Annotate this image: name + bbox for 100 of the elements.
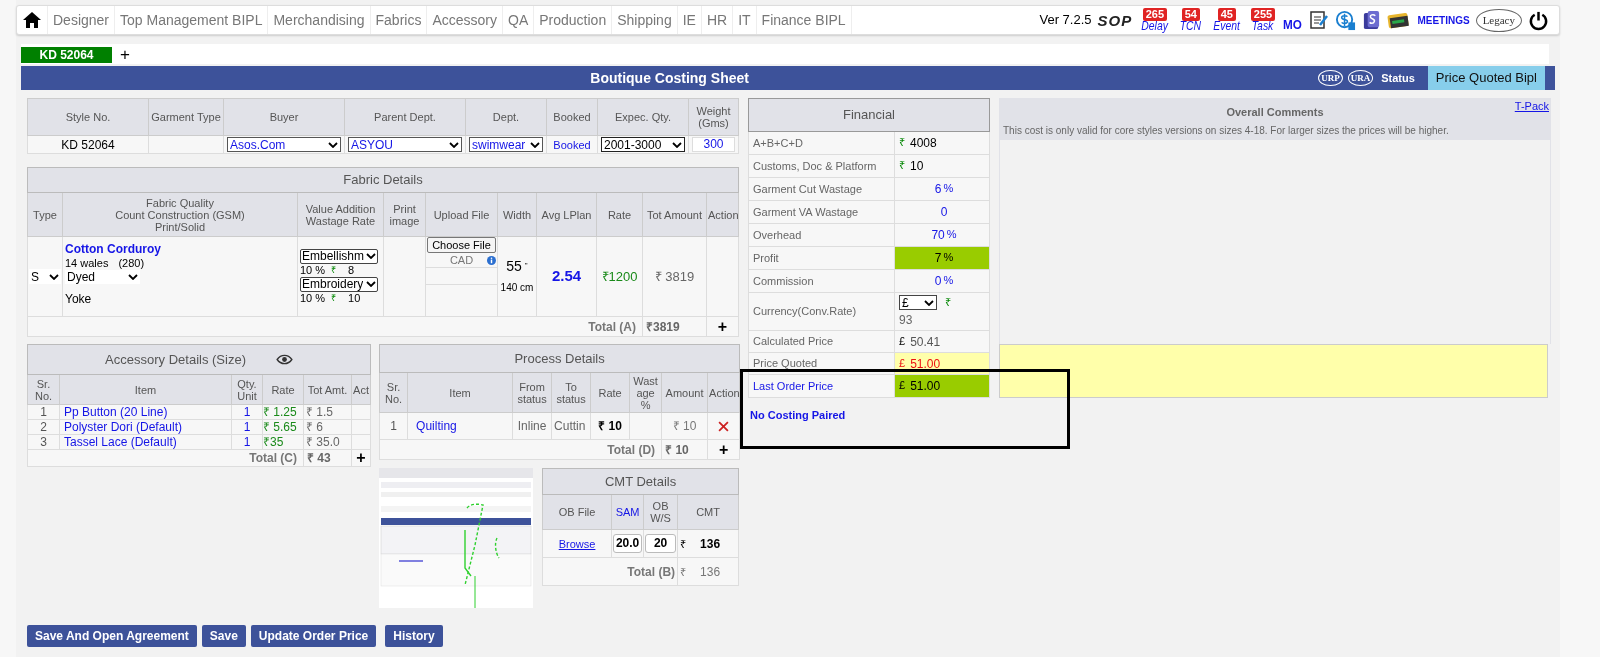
sop-logo[interactable]: SOP bbox=[1097, 12, 1133, 28]
width-text: 55 bbox=[506, 258, 522, 273]
rupee-symbol: ₹ bbox=[945, 295, 951, 311]
count-text: 14 wales bbox=[65, 257, 109, 270]
counter-link[interactable]: Task bbox=[1252, 18, 1274, 33]
sam-field[interactable]: 20.0 bbox=[613, 534, 643, 553]
t-pack-link[interactable]: T-Pack bbox=[1514, 98, 1549, 115]
item-link[interactable]: Quilting bbox=[416, 419, 457, 433]
cmt-value: 136 bbox=[700, 536, 721, 551]
dropdown[interactable]: £ bbox=[899, 295, 937, 310]
column-header: Fabric Quality Count Construction (GSM) Print/Solid bbox=[62, 192, 298, 237]
dropdown[interactable]: swimwear bbox=[469, 137, 543, 152]
file-kind-text: CAD bbox=[449, 253, 474, 267]
caret-icon bbox=[49, 273, 59, 280]
value-text: 93 bbox=[899, 311, 914, 329]
column-header: Rate bbox=[590, 372, 630, 413]
comment-input-field[interactable] bbox=[999, 344, 1548, 398]
dropdown[interactable]: ASYOU bbox=[348, 137, 462, 152]
percent-sign: % bbox=[943, 181, 954, 196]
add-tab-button[interactable]: + bbox=[120, 45, 130, 63]
nav-menu-item[interactable]: Top Management BIPL bbox=[115, 6, 269, 34]
nav-menu-item[interactable]: Accessory bbox=[427, 6, 503, 34]
percent-sign: % bbox=[946, 227, 957, 242]
rupee-symbol: ₹ bbox=[899, 158, 905, 173]
value-text: 10 bbox=[910, 158, 924, 175]
choose-file-button[interactable]: Choose File bbox=[427, 237, 496, 253]
dropdown[interactable]: Embroidery bbox=[300, 276, 378, 292]
weight-field[interactable]: 300 bbox=[692, 137, 735, 152]
card-icon bbox=[1387, 11, 1412, 29]
column-header: Width bbox=[497, 192, 537, 237]
column-header: Value Addition Wastage Rate bbox=[297, 192, 384, 237]
inch-mark: " bbox=[524, 259, 528, 272]
action-button[interactable]: Save bbox=[201, 625, 246, 647]
table-cell: Commission bbox=[748, 269, 895, 293]
dropdown[interactable]: 2001-3000 bbox=[601, 137, 685, 152]
rupee-symbol: ₹ bbox=[331, 291, 337, 305]
value-text: 51.00 bbox=[910, 378, 941, 395]
part-text: Yoke bbox=[65, 292, 93, 306]
dropdown[interactable]: Embellishm bbox=[300, 248, 378, 264]
table-cell: A+B+C+D bbox=[748, 131, 895, 155]
caret-icon bbox=[449, 141, 459, 148]
action-button[interactable]: Save And Open Agreement bbox=[27, 625, 197, 647]
nav-menu-item[interactable]: IE bbox=[677, 6, 702, 34]
stamp-badge[interactable]: URP bbox=[1318, 70, 1343, 86]
nav-menu-item[interactable]: HR bbox=[701, 6, 734, 34]
ob-ws-field[interactable]: 20 bbox=[645, 534, 677, 553]
nav-menu-item[interactable]: Designer bbox=[48, 6, 116, 34]
rupee-symbol: ₹ bbox=[680, 536, 687, 551]
action-button[interactable]: Update Order Price bbox=[250, 625, 377, 647]
total-value: 136 bbox=[700, 564, 721, 579]
table-cell: 1 bbox=[27, 404, 60, 420]
nav-menu-item[interactable]: IT bbox=[733, 6, 757, 34]
table-cell: ₹ 6 bbox=[303, 419, 352, 435]
dropdown[interactable]: S bbox=[29, 269, 61, 284]
nav-menu-item[interactable]: Production bbox=[534, 6, 613, 34]
sheet-tab[interactable]: KD 52064 bbox=[21, 47, 112, 63]
table-cell: 3 bbox=[27, 434, 60, 450]
column-header: OB File bbox=[542, 494, 612, 530]
notepad-icon bbox=[1309, 10, 1330, 30]
total-label: Total (D) bbox=[607, 442, 656, 457]
caret-icon bbox=[672, 141, 682, 148]
nav-menu-item[interactable]: Merchandising bbox=[268, 6, 371, 34]
nav-menu-item[interactable]: QA bbox=[503, 6, 535, 34]
table-cell: Overhead bbox=[748, 223, 895, 247]
total-value: ₹ 10 bbox=[665, 442, 689, 457]
counter-link[interactable]: TCN bbox=[1180, 18, 1202, 33]
caret-icon bbox=[128, 274, 138, 280]
rupee-symbol: ₹ bbox=[331, 263, 337, 277]
column-header: To status bbox=[551, 372, 591, 413]
column-header: Expec. Qty. bbox=[597, 98, 689, 136]
value-text: 7 bbox=[934, 250, 942, 267]
caret-icon bbox=[328, 141, 338, 148]
percent-sign: % bbox=[943, 250, 954, 265]
fabric-link[interactable]: Cotton Corduroy bbox=[65, 241, 297, 257]
table-cell: Cuttin bbox=[551, 412, 591, 440]
nav-menu-item[interactable]: Fabrics bbox=[370, 6, 428, 34]
meetings-link[interactable]: MEETINGS bbox=[1417, 12, 1470, 28]
column-header: Garment Type bbox=[148, 98, 224, 136]
value-text: 50.41 bbox=[910, 333, 941, 351]
table-cell: ₹ 5.65 bbox=[262, 419, 304, 435]
counter-link[interactable]: Delay bbox=[1141, 18, 1169, 33]
dollar-calculator-icon bbox=[1335, 9, 1357, 31]
table-cell: Price Quoted bbox=[748, 352, 895, 375]
dropdown[interactable]: Dyed bbox=[65, 270, 140, 284]
amount-text: 8 bbox=[348, 263, 355, 277]
nav-menu-item[interactable]: Shipping bbox=[612, 6, 678, 34]
dropdown[interactable]: Asos.Com bbox=[227, 137, 341, 152]
table-cell: ₹ 10 bbox=[661, 412, 708, 440]
table-title: Accessory Details (Size) bbox=[105, 350, 246, 369]
width-cm-text: 140 cm bbox=[499, 280, 535, 295]
nav-menu-item[interactable]: Finance BIPL bbox=[756, 6, 852, 34]
column-header: Amount bbox=[661, 372, 708, 413]
column-header: Weight (Gms) bbox=[688, 98, 739, 136]
action-button[interactable]: History bbox=[385, 625, 443, 647]
counter-link[interactable]: Event bbox=[1213, 18, 1241, 33]
avg-lplan-value: 2.54 bbox=[551, 267, 582, 284]
s-document-icon bbox=[1362, 9, 1382, 31]
mo-link[interactable]: MO bbox=[1283, 15, 1303, 35]
column-header: Upload File bbox=[425, 192, 498, 237]
table-cell: ₹ 35.0 bbox=[303, 434, 352, 450]
